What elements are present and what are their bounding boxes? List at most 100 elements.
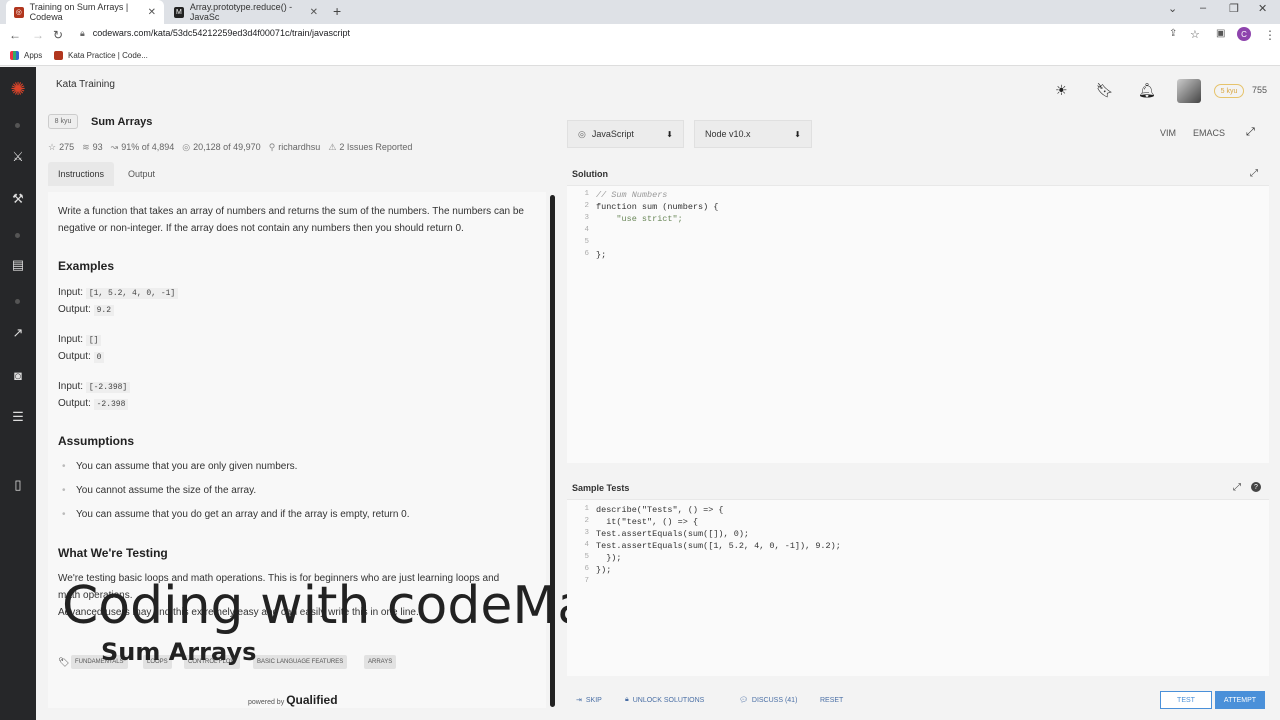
forward-arrow-icon[interactable]: → xyxy=(32,28,44,42)
briefcase-icon[interactable]: ▤ xyxy=(8,255,28,275)
sample-tests-editor[interactable]: 1 describe("Tests", () => { 2 it("test",… xyxy=(567,499,1269,676)
restore-icon[interactable]: ❐ xyxy=(1229,2,1239,15)
line-number: 6 xyxy=(584,565,589,573)
trending-icon[interactable]: ↗ xyxy=(8,323,28,343)
codewars-logo-icon[interactable]: ✺ xyxy=(8,79,28,99)
expand-icon[interactable]: ⤢ xyxy=(1233,482,1241,493)
breadcrumb[interactable]: Kata Training xyxy=(56,79,115,90)
window-close-icon[interactable]: ✕ xyxy=(1258,2,1267,15)
list-item: You cannot assume the size of the array. xyxy=(62,485,256,496)
tab-instructions[interactable]: Instructions xyxy=(48,162,115,186)
help-icon[interactable]: ? xyxy=(1251,482,1261,492)
profile-avatar-icon[interactable]: C xyxy=(1237,27,1251,41)
codewars-favicon-icon xyxy=(54,51,63,60)
close-icon[interactable]: ✕ xyxy=(310,7,318,18)
lock-icon: 🔒︎ xyxy=(80,28,85,38)
practice-icon[interactable]: ⚒ xyxy=(8,189,28,209)
line-number: 3 xyxy=(584,214,589,222)
tab-title: Array.prototype.reduce() - JavaSc xyxy=(189,2,293,22)
attempt-button[interactable]: ATTEMPT xyxy=(1215,691,1265,709)
bookmark-apps[interactable]: Apps xyxy=(10,51,42,60)
url-text: codewars.com/kata/53dc54212259ed3d4f0007… xyxy=(92,28,350,38)
share-icon[interactable]: ⇪ xyxy=(1169,28,1177,39)
discussion-icon[interactable]: ☰ xyxy=(8,407,28,427)
address-bar: ← → ↻ 🔒︎ codewars.com/kata/53dc54212259ed… xyxy=(0,24,1280,46)
line-number: 7 xyxy=(584,577,589,585)
star-icon: ☆ xyxy=(48,142,57,152)
bookmark-kata-practice[interactable]: Kata Practice | Code... xyxy=(54,51,148,60)
testing-heading: What We're Testing xyxy=(58,546,168,560)
bookmark-label: Kata Practice | Code... xyxy=(68,51,148,60)
browser-tab-mdn[interactable]: M Array.prototype.reduce() - JavaSc ✕ xyxy=(166,0,326,24)
line-number: 5 xyxy=(584,553,589,561)
example-output-3: Output: -2.398 xyxy=(58,395,538,413)
qualified-logo: Qualified xyxy=(286,693,338,707)
line-number: 5 xyxy=(584,238,589,246)
discord-icon[interactable]: ◙ xyxy=(8,365,28,385)
code-line: // Sum Numbers xyxy=(596,190,668,200)
menu-kebab-icon[interactable]: ⋮ xyxy=(1264,28,1276,42)
code-line: Test.assertEquals(sum([1, 5.2, 4, 0, -1]… xyxy=(596,541,841,551)
back-arrow-icon[interactable]: ← xyxy=(9,28,21,42)
bookmark-icon[interactable]: 🔖︎ xyxy=(1096,82,1114,99)
list-item: You can assume that you do get an array … xyxy=(62,509,410,520)
sample-tests-heading-label: Sample Tests xyxy=(572,483,630,493)
browser-tab-codewars[interactable]: ◎ Training on Sum Arrays | Codewa ✕ xyxy=(6,0,164,24)
fullscreen-icon[interactable]: ⤢ xyxy=(1246,126,1255,139)
language-select[interactable]: ◎ JavaScript ⬇ xyxy=(567,120,684,148)
new-tab-plus-icon[interactable]: + xyxy=(333,3,341,19)
code-line: function sum (numbers) { xyxy=(596,202,719,212)
book-icon[interactable]: ▯ xyxy=(8,475,28,495)
reset-button[interactable]: RESET xyxy=(820,693,843,707)
language-logo-icon: ◎ xyxy=(578,128,586,139)
apps-grid-icon xyxy=(10,51,19,60)
issues-stat[interactable]: ⚠ 2 Issues Reported xyxy=(328,142,412,153)
bookmark-label: Apps xyxy=(24,51,43,60)
notifications-bell-icon[interactable]: 🔔︎ xyxy=(1138,82,1156,99)
user-avatar[interactable] xyxy=(1177,79,1201,103)
line-number: 1 xyxy=(584,505,589,513)
collections-stat: ≋ 93 xyxy=(82,142,103,152)
url-field[interactable]: 🔒︎ codewars.com/kata/53dc54212259ed3d4f00… xyxy=(80,28,350,39)
line-number: 2 xyxy=(584,202,589,210)
codewars-favicon-icon: ◎ xyxy=(14,6,24,18)
powered-by: powered by Qualified xyxy=(248,693,338,707)
training-icon[interactable]: ⚔ xyxy=(8,147,28,167)
line-number: 3 xyxy=(584,529,589,537)
vim-mode-button[interactable]: VIM xyxy=(1160,128,1176,138)
emacs-mode-button[interactable]: EMACS xyxy=(1193,128,1225,138)
tag-basic-language-features[interactable]: BASIC LANGUAGE FEATURES xyxy=(253,655,348,669)
minimize-icon[interactable]: – xyxy=(1200,2,1206,14)
skip-button[interactable]: ⇥ SKIP xyxy=(576,693,602,707)
bookmark-star-icon[interactable]: ☆ xyxy=(1190,28,1200,41)
tab-output[interactable]: Output xyxy=(118,162,165,186)
theme-toggle-sun-icon[interactable]: ☀ xyxy=(1055,82,1068,99)
language-select-value: JavaScript xyxy=(591,129,634,139)
unlock-solutions-button[interactable]: 🔒︎ UNLOCK SOLUTIONS xyxy=(625,693,704,707)
skip-icon: ⇥ xyxy=(576,697,582,704)
side-panel-icon[interactable]: ▣ xyxy=(1216,28,1225,39)
discuss-button[interactable]: 💬︎ DISCUSS (41) xyxy=(739,693,797,707)
reload-icon[interactable]: ↻ xyxy=(53,28,63,42)
solution-editor[interactable]: 1 // Sum Numbers 2 function sum (numbers… xyxy=(567,185,1269,463)
example-input-2: Input: [] xyxy=(58,331,538,349)
rank-badge: 5 kyu xyxy=(1214,84,1244,98)
runtime-select[interactable]: Node v10.x ⬇ xyxy=(694,120,812,148)
stars-stat[interactable]: ☆ 275 xyxy=(48,142,74,153)
author-stat[interactable]: ⚲ richardhsu xyxy=(269,142,321,153)
kata-stats: ☆ 275 ≋ 93 ↝ 91% of 4,894 ◎ 20,128 of 49,970… xyxy=(48,142,412,153)
tag-arrays[interactable]: ARRAYS xyxy=(364,655,397,669)
sidebar-dot xyxy=(15,123,20,128)
list-item: You can assume that you are only given n… xyxy=(62,461,297,472)
expand-icon[interactable]: ⤢ xyxy=(1250,168,1258,179)
test-button[interactable]: TEST xyxy=(1160,691,1212,709)
chat-icon: 💬︎ xyxy=(739,697,748,704)
tab-search-chevron-icon[interactable]: ⌄ xyxy=(1168,2,1177,15)
assumptions-heading: Assumptions xyxy=(58,434,135,448)
line-number: 1 xyxy=(584,190,589,198)
code-line: }); xyxy=(596,553,622,563)
examples-heading: Examples xyxy=(58,259,115,273)
close-icon[interactable]: ✕ xyxy=(148,7,156,18)
line-number: 4 xyxy=(584,541,589,549)
tab-title: Training on Sum Arrays | Codewa xyxy=(29,2,129,22)
